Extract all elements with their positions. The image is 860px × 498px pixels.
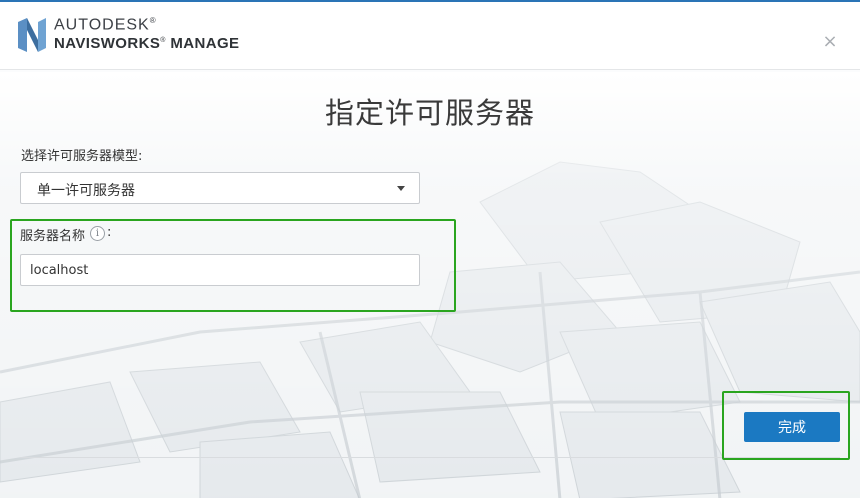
page-title: 指定许可服务器 <box>324 96 535 130</box>
done-button[interactable]: 完成 <box>744 412 840 442</box>
dialog-header: AUTODESK® NAVISWORKS® MANAGE × <box>0 2 860 70</box>
server-name-label: 服务器名称 <box>20 229 86 244</box>
close-icon[interactable]: × <box>820 32 840 52</box>
chevron-down-icon <box>397 186 405 191</box>
license-dialog: AUTODESK® NAVISWORKS® MANAGE × 指定许可服务器 选… <box>0 0 860 498</box>
info-icon[interactable]: i <box>90 226 105 241</box>
license-model-select[interactable]: 单一许可服务器 <box>20 172 420 204</box>
brand-autodesk-text: AUTODESK <box>54 16 150 34</box>
navisworks-logo-icon <box>18 18 46 52</box>
brand-product: NAVISWORKS® MANAGE <box>54 35 239 52</box>
license-model-label: 选择许可服务器模型: <box>21 149 143 164</box>
brand-autodesk: AUTODESK® <box>54 16 157 34</box>
brand-product-registered: ® <box>160 37 166 44</box>
brand-autodesk-registered: ® <box>149 16 157 25</box>
license-model-value: 单一许可服务器 <box>37 183 135 199</box>
brand-product-name: NAVISWORKS <box>54 35 161 52</box>
server-name-input[interactable] <box>20 254 420 286</box>
brand-edition: MANAGE <box>170 35 240 52</box>
footer-divider <box>20 457 840 458</box>
server-name-label-colon: : <box>107 225 112 240</box>
